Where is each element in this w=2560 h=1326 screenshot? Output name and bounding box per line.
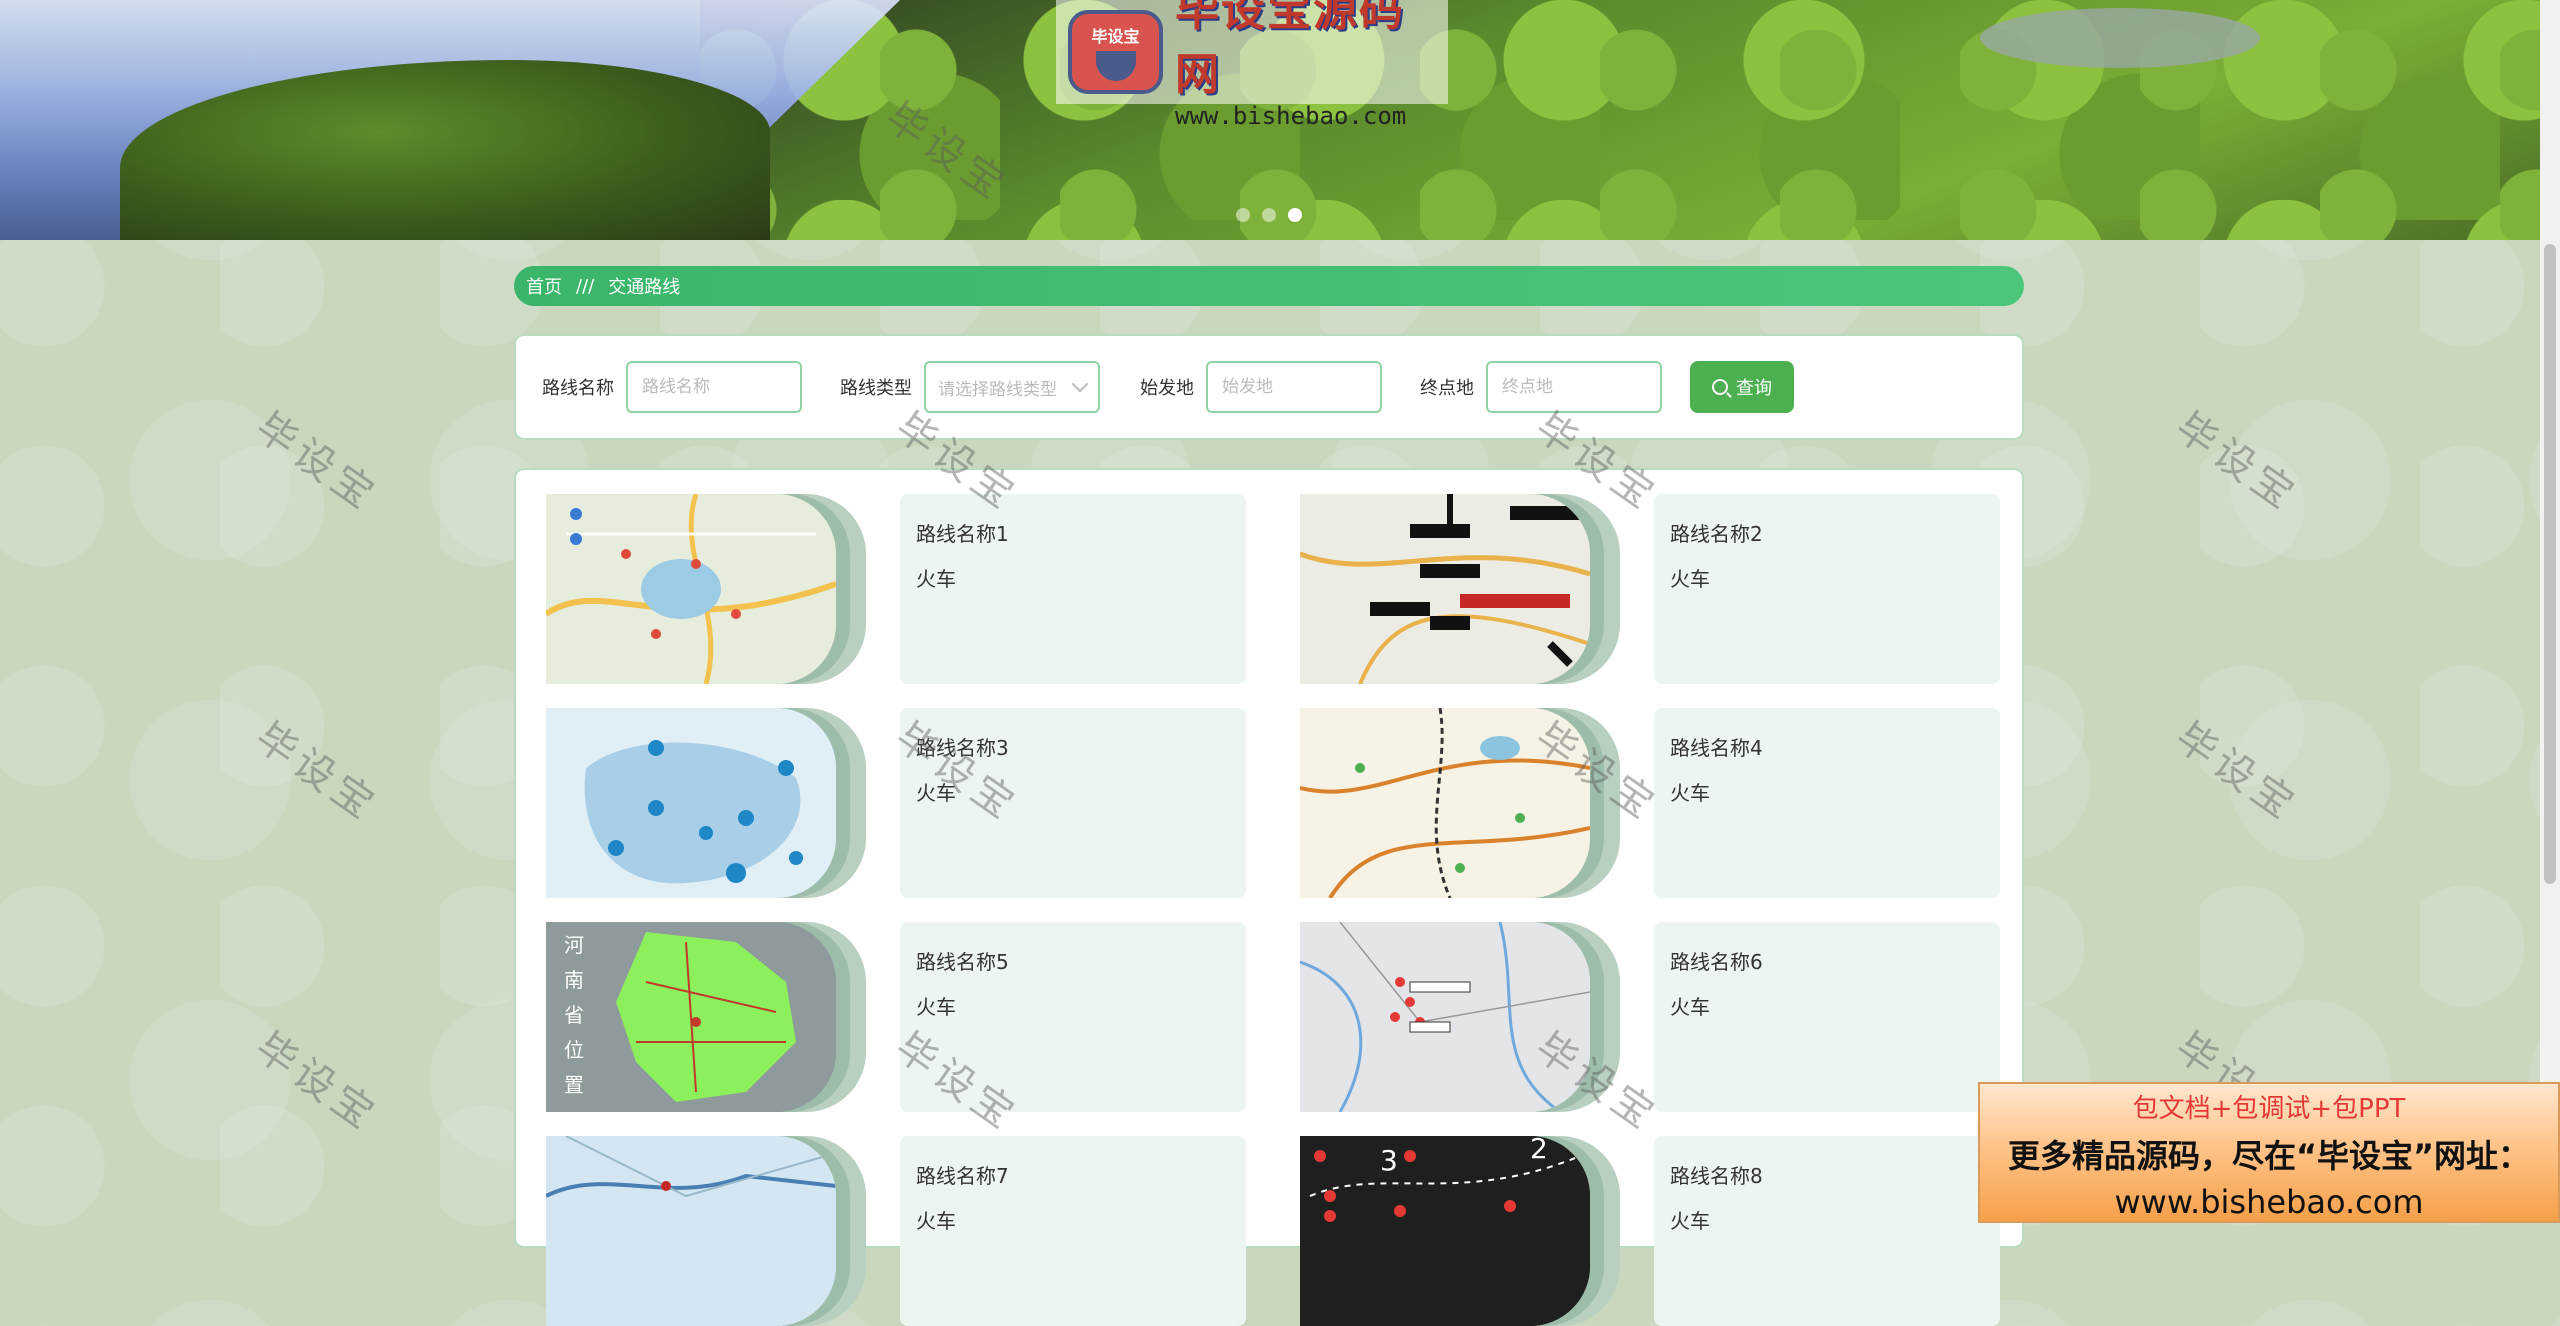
route-type: 火车 [916,781,956,805]
svg-text:3: 3 [1380,1144,1398,1177]
watermark: 毕设宝 [246,1023,387,1141]
route-map-image [1300,922,1590,1112]
route-info: 路线名称1 火车 [900,494,1246,684]
route-type: 火车 [1670,781,1710,805]
route-list: 路线名称1 火车 路线名称2 火车 路线名称3 火车 路线名称4 火车 河 南 … [514,468,2024,1326]
moss-scenery [700,0,2540,240]
start-input[interactable] [1206,361,1382,413]
svg-text:位: 位 [564,1038,584,1062]
route-type: 火车 [1670,1209,1710,1233]
breadcrumb-home[interactable]: 首页 [526,273,562,299]
route-map-image [546,494,836,684]
breadcrumb-current: 交通路线 [608,277,681,298]
route-info: 路线名称2 火车 [1654,494,2000,684]
route-type-label: 路线类型 [840,378,912,399]
carousel-indicators [1236,208,1302,222]
route-card[interactable]: 路线名称7 火车 [546,1136,1276,1326]
route-map-image: 河 南 省 位 置 [546,922,836,1112]
promo-line-3: www.bishebao.com [2114,1183,2424,1221]
svg-text:置: 置 [564,1073,584,1097]
route-type-placeholder: 请选择路线类型 [938,379,1057,400]
promo-line-1: 包文档+包调试+包PPT [2132,1094,2406,1124]
route-type: 火车 [916,995,956,1019]
route-name-input[interactable] [626,361,802,413]
route-name: 路线名称3 [916,736,1009,760]
route-map-image: 3 2 [1300,1136,1590,1326]
route-name: 路线名称4 [1670,736,1763,760]
breadcrumb: 首页 /// 交通路线 [514,266,2024,306]
breadcrumb-separator: /// [576,275,595,297]
watermark: 毕设宝 [246,713,387,831]
end-input[interactable] [1486,361,1662,413]
logo-title: 毕设宝源码网 [1175,0,1406,100]
carousel-dot-1[interactable] [1236,208,1250,222]
carousel-dot-2[interactable] [1262,208,1276,222]
end-label: 终点地 [1420,378,1474,399]
logo-badge-text: 毕设宝 [1091,27,1140,46]
route-info: 路线名称6 火车 [1654,922,2000,1112]
watermark: 毕设宝 [2166,713,2307,831]
route-map-image [546,708,836,898]
site-logo[interactable]: 毕设宝 毕设宝源码网 www.bishebao.com [1056,0,1448,130]
search-icon [1712,379,1728,395]
chevron-down-icon [1071,375,1089,393]
route-name: 路线名称8 [1670,1164,1763,1188]
route-name: 路线名称7 [916,1164,1009,1188]
watermark: 毕设宝 [246,403,387,521]
promo-banner[interactable]: 包文档+包调试+包PPT 更多精品源码，尽在“毕设宝”网址： www.bishe… [1978,1082,2560,1223]
route-type: 火车 [1670,995,1710,1019]
svg-text:南: 南 [564,968,584,992]
route-map-image [1300,494,1590,684]
route-name-label: 路线名称 [542,378,614,399]
route-name: 路线名称5 [916,950,1009,974]
route-card[interactable]: 路线名称6 火车 [1300,922,2030,1112]
promo-line-2: 更多精品源码，尽在“毕设宝”网址： [2007,1137,2531,1175]
query-button[interactable]: 查询 [1690,361,1794,413]
svg-text:省: 省 [564,1003,584,1027]
route-name: 路线名称1 [916,522,1009,546]
svg-text:2: 2 [1530,1136,1548,1165]
carousel-dot-3[interactable] [1288,208,1302,222]
route-info: 路线名称3 火车 [900,708,1246,898]
start-label: 始发地 [1140,378,1194,399]
route-info: 路线名称8 火车 [1654,1136,2000,1326]
route-info: 路线名称7 火车 [900,1136,1246,1326]
route-info: 路线名称4 火车 [1654,708,2000,898]
search-panel: 路线名称 路线类型 请选择路线类型 始发地 终点地 查询 [514,334,2024,440]
puddle-scenery [1980,8,2260,68]
route-map-image [546,1136,836,1326]
route-type: 火车 [916,1209,956,1233]
route-info: 路线名称5 火车 [900,922,1246,1112]
scrollbar-thumb[interactable] [2544,244,2556,884]
route-card[interactable]: 路线名称4 火车 [1300,708,2030,898]
logo-url: www.bishebao.com [1175,102,1407,130]
route-name: 路线名称6 [1670,950,1763,974]
route-card[interactable]: 路线名称3 火车 [546,708,1276,898]
route-map-image [1300,708,1590,898]
route-type: 火车 [1670,567,1710,591]
route-card[interactable]: 路线名称1 火车 [546,494,1276,684]
route-card[interactable]: 河 南 省 位 置 路线名称5 火车 [546,922,1276,1112]
route-card[interactable]: 路线名称2 火车 [1300,494,2030,684]
svg-text:河: 河 [564,933,584,957]
route-type-select[interactable]: 请选择路线类型 [924,361,1100,413]
route-card[interactable]: 3 2 路线名称8 火车 [1300,1136,2030,1326]
hero-banner: 毕设宝 毕设宝源码网 www.bishebao.com [0,0,2540,240]
route-name: 路线名称2 [1670,522,1763,546]
route-type: 火车 [916,567,956,591]
logo-badge-icon: 毕设宝 [1068,10,1164,94]
query-button-label: 查询 [1736,378,1772,399]
page-scrollbar[interactable] [2540,0,2560,1223]
watermark: 毕设宝 [2166,403,2307,521]
